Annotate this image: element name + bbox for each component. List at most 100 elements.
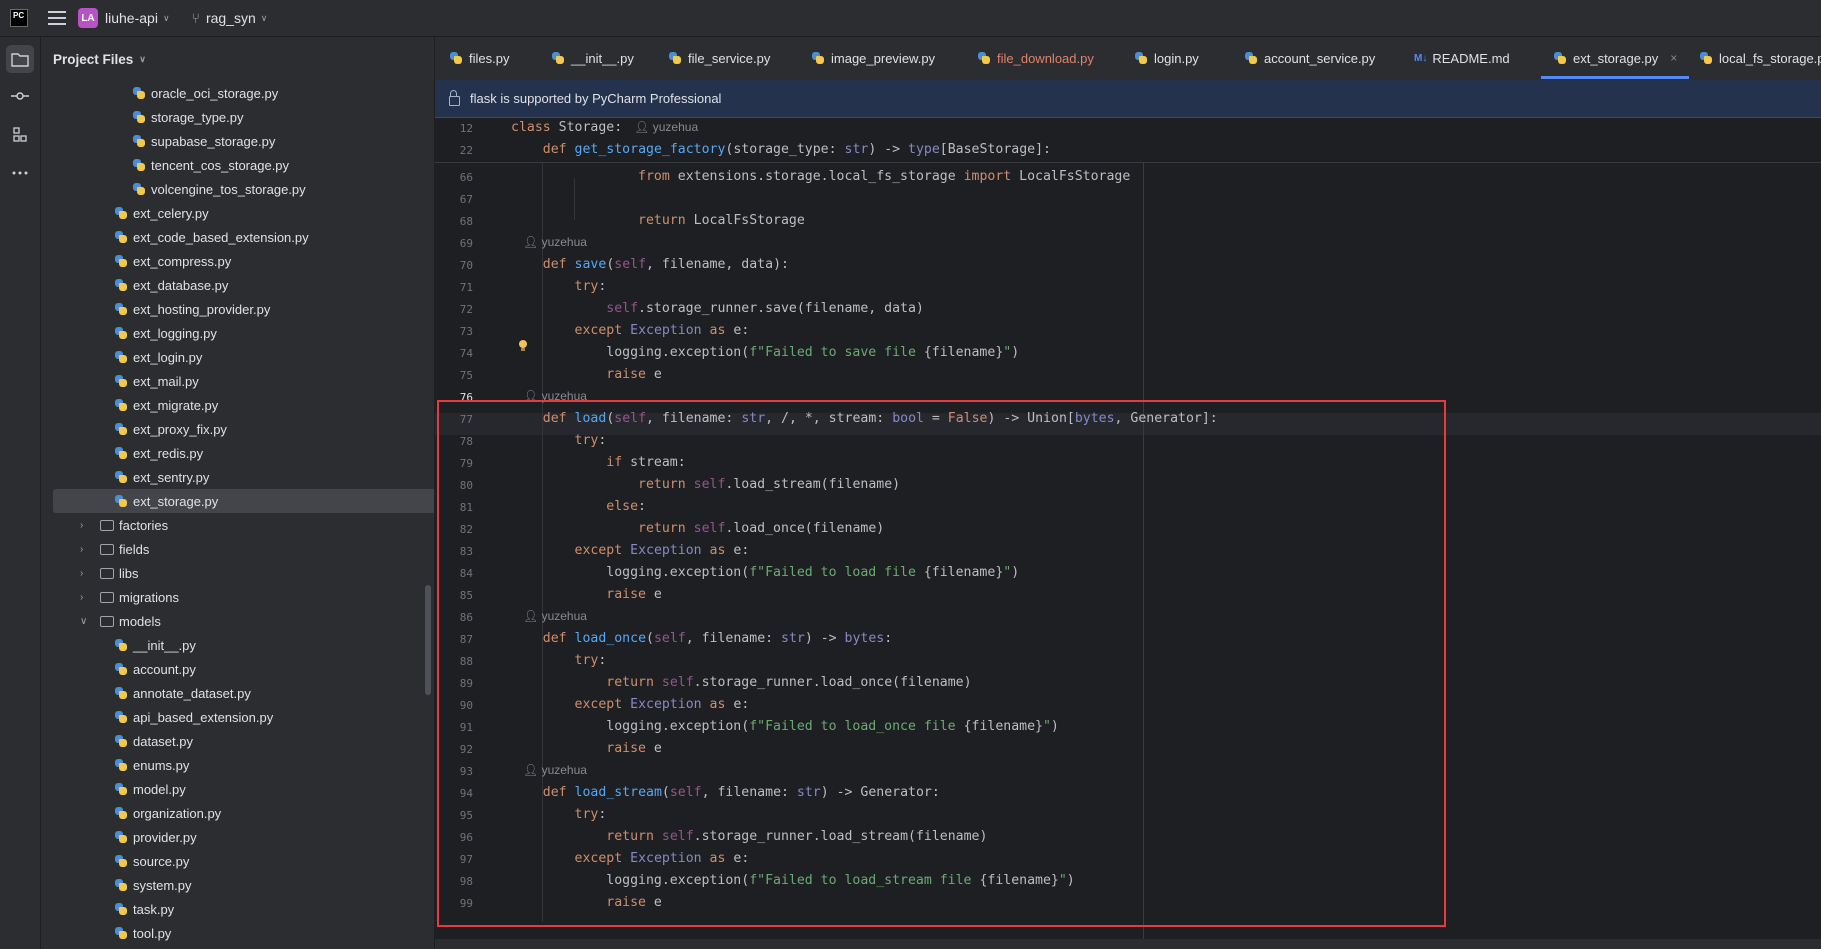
folder-item[interactable]: ∨ models — [80, 609, 161, 633]
main-menu-icon[interactable] — [48, 11, 66, 25]
project-badge[interactable]: LA — [78, 8, 98, 28]
folder-icon — [100, 591, 114, 603]
folder-icon — [100, 543, 114, 555]
chevron-right-icon[interactable]: › — [80, 544, 94, 555]
line-number: 96 — [459, 831, 473, 844]
tree-item-label: tencent_cos_storage.py — [151, 157, 290, 173]
editor-tab[interactable]: local_fs_storage.py — [1699, 37, 1821, 79]
file-item[interactable]: ext_compress.py — [114, 249, 231, 273]
file-item[interactable]: dataset.py — [114, 729, 193, 753]
file-item[interactable]: ext_hosting_provider.py — [114, 297, 270, 321]
editor-tab[interactable]: file_download.py — [977, 37, 1094, 79]
file-item[interactable]: ext_celery.py — [114, 201, 209, 225]
author-hint[interactable]: 👤︎ yuzehua — [523, 389, 587, 403]
chevron-right-icon[interactable]: › — [80, 592, 94, 603]
file-item[interactable]: tool.py — [114, 921, 171, 945]
file-item[interactable]: enums.py — [114, 753, 189, 777]
commit-icon[interactable] — [6, 82, 34, 110]
chevron-right-icon[interactable]: › — [80, 568, 94, 579]
folder-item[interactable]: › factories — [80, 513, 168, 537]
file-item[interactable]: oracle_oci_storage.py — [132, 81, 278, 105]
editor-tab[interactable]: login.py — [1134, 37, 1199, 79]
file-item[interactable]: ext_mail.py — [114, 369, 199, 393]
scrollbar[interactable] — [425, 585, 431, 695]
python-file-icon — [132, 134, 146, 148]
python-file-icon — [114, 230, 128, 244]
folder-item[interactable]: › fields — [80, 537, 149, 561]
file-item[interactable]: ext_proxy_fix.py — [114, 417, 227, 441]
chevron-right-icon[interactable]: › — [80, 520, 94, 531]
chevron-down-icon[interactable]: ∨ — [261, 13, 268, 24]
code-line: try: — [574, 653, 607, 668]
file-item[interactable]: ext_redis.py — [114, 441, 203, 465]
branch-icon[interactable]: ⑂ — [192, 10, 200, 26]
author-hint[interactable]: 👤︎ yuzehua — [523, 763, 587, 777]
file-item[interactable]: ext_code_based_extension.py — [114, 225, 309, 249]
line-number: 73 — [459, 325, 473, 338]
editor-tab[interactable]: image_preview.py — [811, 37, 935, 79]
tree-item-label: libs — [119, 565, 139, 581]
file-item[interactable]: task.py — [114, 897, 174, 921]
tree-item-label: ext_database.py — [133, 277, 229, 293]
author-hint[interactable]: 👤︎ yuzehua — [634, 120, 698, 134]
file-item[interactable]: model.py — [114, 777, 186, 801]
chevron-down-icon[interactable]: ∨ — [163, 13, 170, 24]
editor-tab[interactable]: __init__.py — [551, 37, 634, 79]
sticky-scroll-header[interactable]: 12 class Storage: 👤︎ yuzehua 22 def get_s… — [435, 118, 1821, 163]
file-item[interactable]: ext_storage.py — [53, 489, 434, 513]
file-item[interactable]: supabase_storage.py — [132, 129, 275, 153]
more-icon[interactable] — [6, 159, 34, 187]
file-item[interactable]: ext_migrate.py — [114, 393, 218, 417]
editor-tab[interactable]: ext_storage.py × — [1540, 37, 1690, 79]
close-icon[interactable]: × — [1670, 51, 1677, 65]
python-file-icon — [114, 782, 128, 796]
file-item[interactable]: account.py — [114, 657, 196, 681]
file-item[interactable]: source.py — [114, 849, 189, 873]
horizontal-scrollbar[interactable] — [435, 939, 1821, 949]
python-file-icon — [114, 806, 128, 820]
file-item[interactable]: annotate_dataset.py — [114, 681, 251, 705]
line-number: 12 — [459, 122, 473, 135]
folder-icon — [100, 519, 114, 531]
chevron-down-icon[interactable]: ∨ — [139, 54, 146, 65]
file-item[interactable]: ext_logging.py — [114, 321, 217, 345]
folder-item[interactable]: › migrations — [80, 585, 179, 609]
project-panel-header[interactable]: Project Files ∨ — [41, 37, 434, 81]
tab-label: README.md — [1432, 50, 1510, 66]
editor-tab[interactable]: M↓ README.md — [1414, 37, 1510, 79]
code-line: except Exception as e: — [574, 851, 750, 866]
structure-icon[interactable] — [6, 121, 34, 149]
code-editor[interactable]: 12 class Storage: 👤︎ yuzehua 22 def get_s… — [435, 118, 1821, 939]
python-file-icon — [114, 878, 128, 892]
tree-item-label: system.py — [133, 877, 192, 893]
file-item[interactable]: storage_type.py — [132, 105, 244, 129]
file-item[interactable]: volcengine_tos_storage.py — [132, 177, 306, 201]
file-item[interactable]: provider.py — [114, 825, 197, 849]
file-item[interactable]: organization.py — [114, 801, 221, 825]
project-name[interactable]: liuhe-api — [105, 10, 158, 26]
author-hint[interactable]: 👤︎ yuzehua — [523, 609, 587, 623]
lightbulb-icon[interactable] — [518, 340, 528, 352]
file-item[interactable]: tencent_cos_storage.py — [132, 153, 289, 177]
chevron-down-icon[interactable]: ∨ — [80, 616, 94, 627]
editor-tab[interactable]: files.py — [449, 37, 509, 79]
author-hint[interactable]: 👤︎ yuzehua — [523, 235, 587, 249]
line-number: 90 — [459, 699, 473, 712]
file-item[interactable]: ext_sentry.py — [114, 465, 209, 489]
project-panel: Project Files ∨ oracle_oci_storage.py sto… — [41, 37, 435, 949]
editor-tab[interactable]: file_service.py — [668, 37, 770, 79]
file-item[interactable]: api_based_extension.py — [114, 705, 273, 729]
folder-icon[interactable] — [6, 45, 34, 73]
line-number: 93 — [459, 765, 473, 778]
file-item[interactable]: __init__.py — [114, 633, 196, 657]
editor-tab[interactable]: account_service.py — [1244, 37, 1375, 79]
line-number: 97 — [459, 853, 473, 866]
python-file-icon — [114, 494, 128, 508]
code-line: return LocalFsStorage — [638, 213, 805, 228]
file-item[interactable]: ext_database.py — [114, 273, 228, 297]
folder-item[interactable]: › libs — [80, 561, 139, 585]
branch-name[interactable]: rag_syn — [206, 10, 256, 26]
line-number: 69 — [459, 237, 473, 250]
file-item[interactable]: system.py — [114, 873, 192, 897]
file-item[interactable]: ext_login.py — [114, 345, 202, 369]
